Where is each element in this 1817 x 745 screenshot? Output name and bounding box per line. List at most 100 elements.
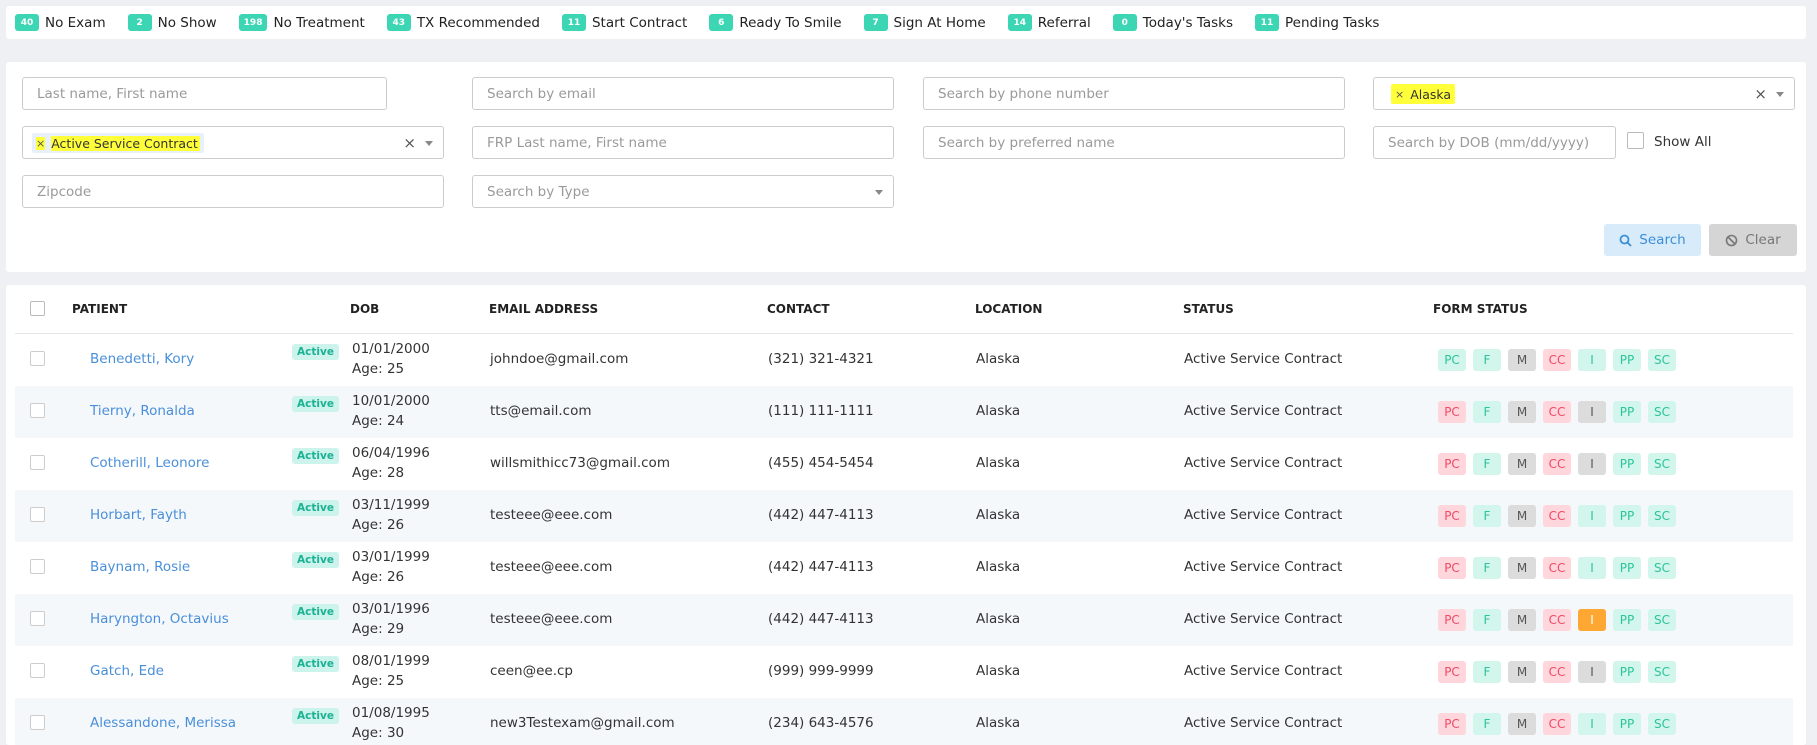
form-status-pp-badge[interactable]: PP bbox=[1613, 349, 1641, 371]
form-status-pp-badge[interactable]: PP bbox=[1613, 401, 1641, 423]
form-status-cc-badge[interactable]: CC bbox=[1543, 505, 1571, 527]
form-status-i-badge[interactable]: I bbox=[1578, 505, 1606, 527]
header-dob[interactable]: DOB bbox=[350, 302, 379, 316]
stat-item[interactable]: 6 Ready To Smile bbox=[709, 14, 842, 31]
form-status-i-badge[interactable]: I bbox=[1578, 557, 1606, 579]
form-status-f-badge[interactable]: F bbox=[1473, 557, 1501, 579]
stat-item[interactable]: 43 TX Recommended bbox=[386, 14, 540, 31]
name-field[interactable] bbox=[22, 77, 387, 110]
form-status-f-badge[interactable]: F bbox=[1473, 349, 1501, 371]
form-status-cc-badge[interactable]: CC bbox=[1543, 713, 1571, 735]
preferred-name-field[interactable] bbox=[923, 126, 1345, 159]
chevron-down-icon[interactable] bbox=[875, 190, 883, 195]
status-select[interactable]: × Active Service Contract × bbox=[22, 126, 444, 159]
tag-remove-icon[interactable]: × bbox=[1395, 88, 1404, 101]
table-row[interactable]: Cotherill, Leonore Active 06/04/1996 Age: 2… bbox=[15, 438, 1793, 490]
form-status-m-badge[interactable]: M bbox=[1508, 401, 1536, 423]
dob-field[interactable] bbox=[1373, 126, 1616, 159]
form-status-f-badge[interactable]: F bbox=[1473, 505, 1501, 527]
clear-status-icon[interactable]: × bbox=[403, 134, 416, 152]
header-status[interactable]: STATUS bbox=[1183, 302, 1234, 316]
form-status-pp-badge[interactable]: PP bbox=[1613, 505, 1641, 527]
clear-button[interactable]: Clear bbox=[1709, 224, 1797, 256]
form-status-f-badge[interactable]: F bbox=[1473, 661, 1501, 683]
frp-field[interactable] bbox=[472, 126, 894, 159]
patient-name-link[interactable]: Cotherill, Leonore bbox=[90, 455, 209, 471]
form-status-i-badge[interactable]: I bbox=[1578, 349, 1606, 371]
row-checkbox[interactable] bbox=[30, 715, 45, 730]
form-status-pc-badge[interactable]: PC bbox=[1438, 505, 1466, 527]
stat-item[interactable]: 2 No Show bbox=[127, 14, 217, 31]
form-status-sc-badge[interactable]: SC bbox=[1648, 713, 1676, 735]
table-row[interactable]: Gatch, Ede Active 08/01/1999 Age: 25 ceen@ee… bbox=[15, 646, 1793, 698]
show-all-checkbox[interactable] bbox=[1627, 132, 1644, 149]
search-button[interactable]: Search bbox=[1604, 224, 1701, 256]
form-status-f-badge[interactable]: F bbox=[1473, 713, 1501, 735]
form-status-cc-badge[interactable]: CC bbox=[1543, 453, 1571, 475]
table-row[interactable]: Tierny, Ronalda Active 10/01/2000 Age: 24 tt… bbox=[15, 386, 1793, 438]
form-status-f-badge[interactable]: F bbox=[1473, 453, 1501, 475]
form-status-pc-badge[interactable]: PC bbox=[1438, 453, 1466, 475]
patient-name-link[interactable]: Alessandone, Merissa bbox=[90, 715, 236, 731]
chevron-down-icon[interactable] bbox=[1776, 92, 1784, 97]
patient-name-link[interactable]: Baynam, Rosie bbox=[90, 559, 190, 575]
form-status-pc-badge[interactable]: PC bbox=[1438, 661, 1466, 683]
type-select[interactable]: Search by Type bbox=[472, 175, 894, 208]
tag-remove-icon[interactable]: × bbox=[36, 136, 46, 150]
form-status-pp-badge[interactable]: PP bbox=[1613, 713, 1641, 735]
patient-name-link[interactable]: Gatch, Ede bbox=[90, 663, 164, 679]
row-checkbox[interactable] bbox=[30, 507, 45, 522]
table-row[interactable]: Baynam, Rosie Active 03/01/1999 Age: 26 test… bbox=[15, 542, 1793, 594]
form-status-pc-badge[interactable]: PC bbox=[1438, 401, 1466, 423]
stat-item[interactable]: 0 Today's Tasks bbox=[1112, 14, 1233, 31]
form-status-i-badge[interactable]: I bbox=[1578, 401, 1606, 423]
form-status-i-badge[interactable]: I bbox=[1578, 609, 1606, 631]
stat-item[interactable]: 11 Start Contract bbox=[561, 14, 687, 31]
stat-item[interactable]: 14 Referral bbox=[1007, 14, 1091, 31]
stat-item[interactable]: 198 No Treatment bbox=[238, 14, 365, 31]
form-status-m-badge[interactable]: M bbox=[1508, 609, 1536, 631]
form-status-cc-badge[interactable]: CC bbox=[1543, 557, 1571, 579]
form-status-pc-badge[interactable]: PC bbox=[1438, 609, 1466, 631]
location-select[interactable]: × Alaska × bbox=[1373, 77, 1795, 110]
chevron-down-icon[interactable] bbox=[425, 141, 433, 146]
row-checkbox[interactable] bbox=[30, 403, 45, 418]
form-status-sc-badge[interactable]: SC bbox=[1648, 349, 1676, 371]
row-checkbox[interactable] bbox=[30, 611, 45, 626]
form-status-sc-badge[interactable]: SC bbox=[1648, 661, 1676, 683]
email-field[interactable] bbox=[472, 77, 894, 110]
patient-name-link[interactable]: Benedetti, Kory bbox=[90, 351, 194, 367]
form-status-sc-badge[interactable]: SC bbox=[1648, 557, 1676, 579]
form-status-cc-badge[interactable]: CC bbox=[1543, 609, 1571, 631]
form-status-m-badge[interactable]: M bbox=[1508, 453, 1536, 475]
form-status-sc-badge[interactable]: SC bbox=[1648, 505, 1676, 527]
form-status-i-badge[interactable]: I bbox=[1578, 713, 1606, 735]
form-status-pp-badge[interactable]: PP bbox=[1613, 661, 1641, 683]
form-status-m-badge[interactable]: M bbox=[1508, 349, 1536, 371]
row-checkbox[interactable] bbox=[30, 663, 45, 678]
patient-name-link[interactable]: Tierny, Ronalda bbox=[90, 403, 195, 419]
row-checkbox[interactable] bbox=[30, 455, 45, 470]
table-row[interactable]: Horbart, Fayth Active 03/11/1999 Age: 26 tes… bbox=[15, 490, 1793, 542]
name-search-input[interactable] bbox=[23, 78, 386, 109]
form-status-cc-badge[interactable]: CC bbox=[1543, 661, 1571, 683]
form-status-sc-badge[interactable]: SC bbox=[1648, 453, 1676, 475]
form-status-sc-badge[interactable]: SC bbox=[1648, 401, 1676, 423]
form-status-pp-badge[interactable]: PP bbox=[1613, 453, 1641, 475]
dob-search-input[interactable] bbox=[1374, 127, 1615, 158]
stat-item[interactable]: 11 Pending Tasks bbox=[1255, 14, 1379, 31]
select-all-checkbox[interactable] bbox=[30, 301, 45, 316]
phone-field[interactable] bbox=[923, 77, 1345, 110]
form-status-pp-badge[interactable]: PP bbox=[1613, 557, 1641, 579]
form-status-sc-badge[interactable]: SC bbox=[1648, 609, 1676, 631]
form-status-cc-badge[interactable]: CC bbox=[1543, 401, 1571, 423]
form-status-pc-badge[interactable]: PC bbox=[1438, 557, 1466, 579]
form-status-i-badge[interactable]: I bbox=[1578, 661, 1606, 683]
form-status-pp-badge[interactable]: PP bbox=[1613, 609, 1641, 631]
header-form-status[interactable]: FORM STATUS bbox=[1433, 302, 1528, 316]
row-checkbox[interactable] bbox=[30, 351, 45, 366]
table-row[interactable]: Haryngton, Octavius Active 03/01/1996 Age: … bbox=[15, 594, 1793, 646]
stat-item[interactable]: 40 No Exam bbox=[15, 14, 106, 31]
header-email[interactable]: EMAIL ADDRESS bbox=[489, 302, 598, 316]
form-status-i-badge[interactable]: I bbox=[1578, 453, 1606, 475]
